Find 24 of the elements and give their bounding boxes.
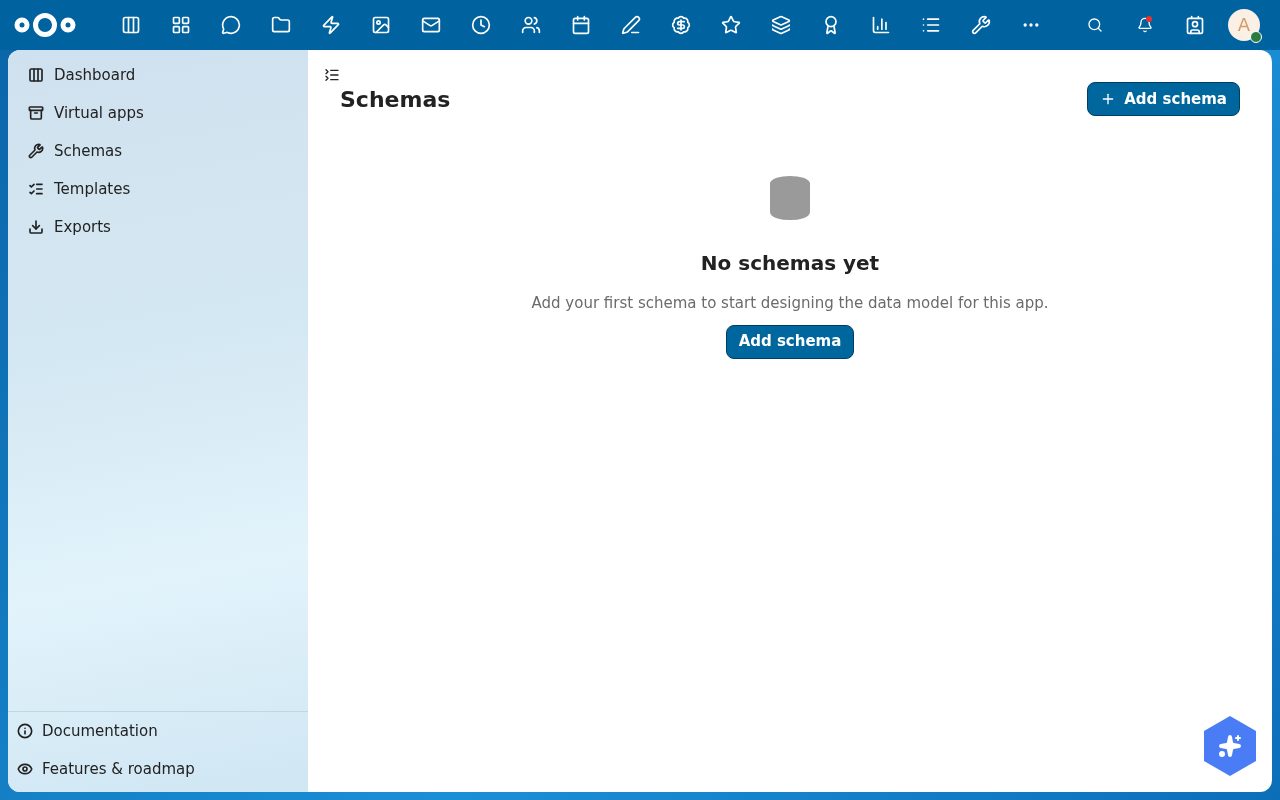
- sidebar-footer-link[interactable]: Features & roadmap: [8, 750, 308, 788]
- add-schema-button[interactable]: Add schema: [1087, 82, 1240, 116]
- sidebar-item[interactable]: Dashboard: [12, 56, 304, 94]
- add-schema-button[interactable]: Add schema: [725, 324, 855, 359]
- checklist-icon: [28, 181, 44, 197]
- logo-icon[interactable]: [14, 12, 76, 38]
- sidebar-footer-link[interactable]: Documentation: [8, 712, 308, 750]
- sidebar-item[interactable]: Exports: [12, 208, 304, 246]
- page-title: Schemas: [340, 85, 451, 114]
- info-icon: [17, 723, 33, 739]
- sparkles-icon: [1218, 734, 1242, 758]
- wrench-icon: [28, 143, 44, 159]
- sidebar-item[interactable]: Templates: [12, 170, 304, 208]
- sidebar-item[interactable]: Schemas: [12, 132, 304, 170]
- collapse-menu-icon[interactable]: [324, 67, 340, 83]
- download-icon: [28, 219, 44, 235]
- eye-icon: [17, 761, 33, 777]
- sidebar-item[interactable]: Virtual apps: [12, 94, 304, 132]
- archive-icon: [28, 105, 44, 121]
- online-status-icon: [1250, 31, 1262, 43]
- bell-icon[interactable]: [1137, 17, 1153, 33]
- empty-state-text: Add your first schema to start designing the data model for this app.: [531, 293, 1049, 314]
- empty-state-title: No schemas yet: [700, 250, 880, 277]
- columns-icon: [28, 67, 44, 83]
